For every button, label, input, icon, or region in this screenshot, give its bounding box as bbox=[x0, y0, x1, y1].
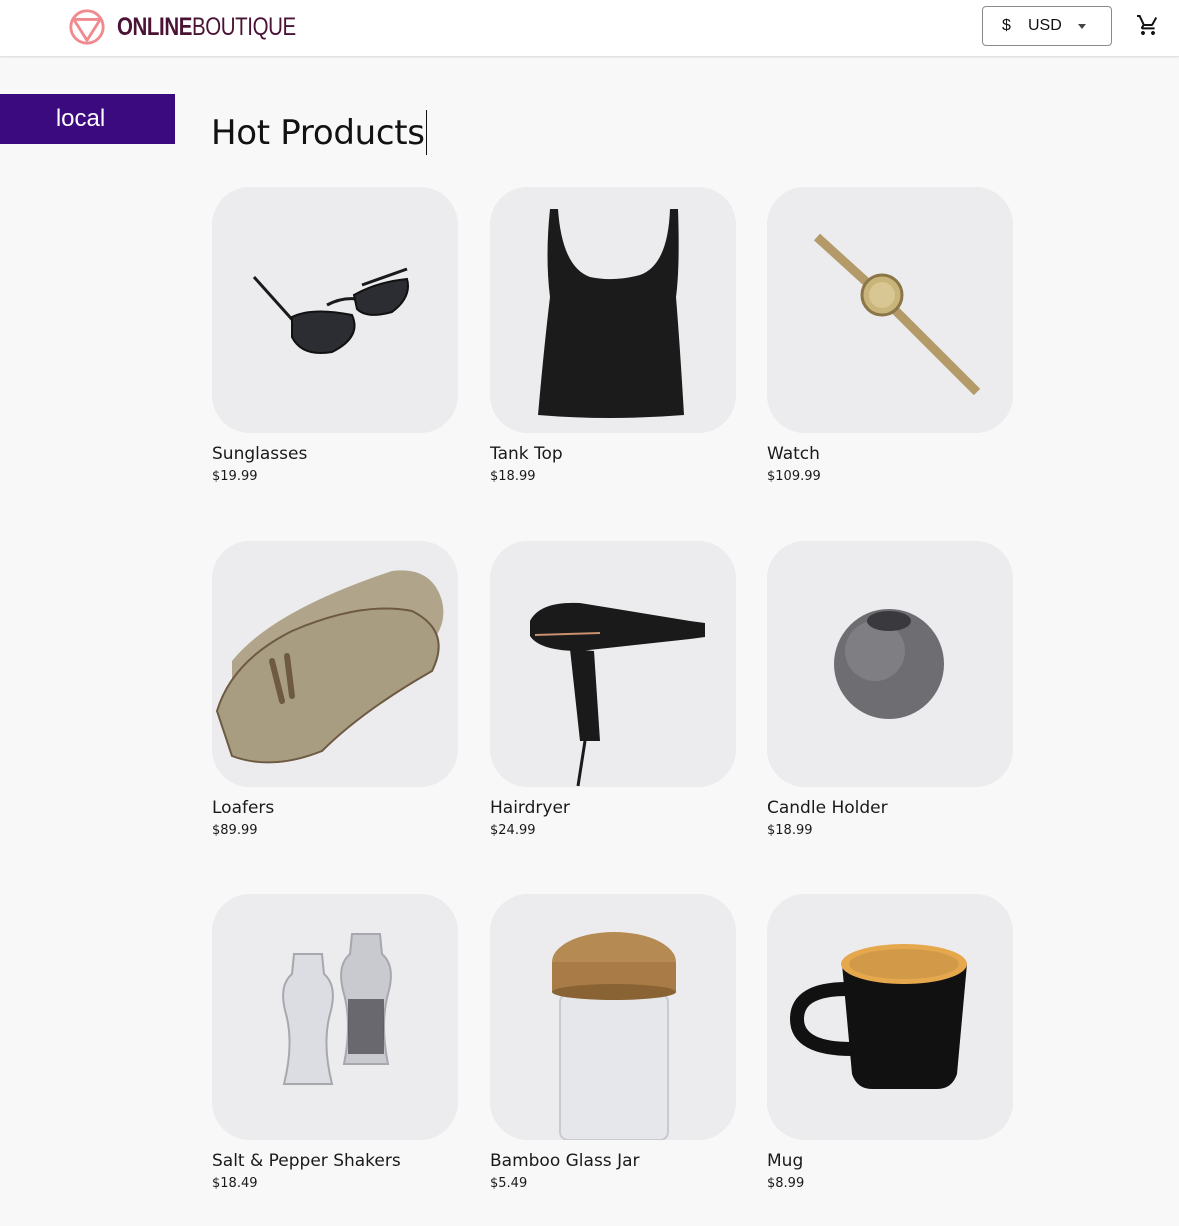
tank-top-image bbox=[490, 187, 736, 433]
product-name[interactable]: Bamboo Glass Jar bbox=[490, 1150, 736, 1172]
product-price: $18.99 bbox=[767, 823, 813, 838]
cart-icon[interactable] bbox=[1136, 13, 1160, 37]
product-card[interactable]: Hairdryer $24.99 bbox=[490, 541, 736, 840]
product-name[interactable]: Candle Holder bbox=[767, 797, 1013, 819]
sunglasses-image bbox=[212, 187, 458, 433]
product-price: $24.99 bbox=[490, 823, 536, 838]
candle-holder-image bbox=[767, 541, 1013, 787]
logo-online-text: ONLINE bbox=[117, 13, 192, 41]
product-card[interactable]: Bamboo Glass Jar $5.49 bbox=[490, 894, 736, 1193]
salt-pepper-shakers-image bbox=[212, 894, 458, 1140]
product-image[interactable] bbox=[767, 894, 1013, 1140]
currency-select[interactable]: $ USD bbox=[982, 6, 1112, 46]
product-name[interactable]: Tank Top bbox=[490, 443, 736, 465]
page-title-text: Hot Products bbox=[211, 113, 425, 153]
environment-badge: local bbox=[0, 94, 175, 144]
logo-text: ONLINEBOUTIQUE bbox=[117, 7, 296, 47]
product-price: $18.99 bbox=[490, 469, 536, 484]
logo-icon bbox=[69, 9, 105, 45]
product-image[interactable] bbox=[490, 541, 736, 787]
product-image[interactable] bbox=[490, 894, 736, 1140]
currency-code: USD bbox=[1028, 17, 1062, 34]
hairdryer-image bbox=[490, 541, 736, 787]
logo-boutique-text: BOUTIQUE bbox=[191, 13, 296, 41]
product-price: $5.49 bbox=[490, 1176, 528, 1191]
loafers-image bbox=[212, 541, 458, 787]
product-image[interactable] bbox=[212, 187, 458, 433]
currency-symbol: $ bbox=[1002, 17, 1011, 34]
page-title: Hot Products bbox=[211, 110, 427, 156]
product-price: $109.99 bbox=[767, 469, 821, 484]
product-card[interactable]: Mug $8.99 bbox=[767, 894, 1013, 1193]
text-cursor bbox=[425, 110, 427, 155]
product-name[interactable]: Sunglasses bbox=[212, 443, 458, 465]
product-card[interactable]: Salt & Pepper Shakers $18.49 bbox=[212, 894, 458, 1193]
product-name[interactable]: Watch bbox=[767, 443, 1013, 465]
product-name[interactable]: Mug bbox=[767, 1150, 1013, 1172]
product-image[interactable] bbox=[767, 187, 1013, 433]
bamboo-glass-jar-image bbox=[490, 894, 736, 1140]
product-image[interactable] bbox=[767, 541, 1013, 787]
product-card[interactable]: Candle Holder $18.99 bbox=[767, 541, 1013, 840]
product-price: $18.49 bbox=[212, 1176, 258, 1191]
product-price: $19.99 bbox=[212, 469, 258, 484]
product-image[interactable] bbox=[490, 187, 736, 433]
product-card[interactable]: Sunglasses $19.99 bbox=[212, 187, 458, 486]
product-name[interactable]: Hairdryer bbox=[490, 797, 736, 819]
top-header: ONLINEBOUTIQUE $ USD bbox=[0, 0, 1179, 57]
product-card[interactable]: Watch $109.99 bbox=[767, 187, 1013, 486]
caret-down-icon bbox=[1078, 24, 1086, 29]
product-price: $8.99 bbox=[767, 1176, 805, 1191]
watch-image bbox=[767, 187, 1013, 433]
product-card[interactable]: Tank Top $18.99 bbox=[490, 187, 736, 486]
product-card[interactable]: Loafers $89.99 bbox=[212, 541, 458, 840]
product-image[interactable] bbox=[212, 541, 458, 787]
logo[interactable]: ONLINEBOUTIQUE bbox=[68, 7, 335, 47]
product-price: $89.99 bbox=[212, 823, 258, 838]
product-name[interactable]: Loafers bbox=[212, 797, 458, 819]
product-name[interactable]: Salt & Pepper Shakers bbox=[212, 1150, 458, 1172]
product-image[interactable] bbox=[212, 894, 458, 1140]
mug-image bbox=[767, 894, 1013, 1140]
